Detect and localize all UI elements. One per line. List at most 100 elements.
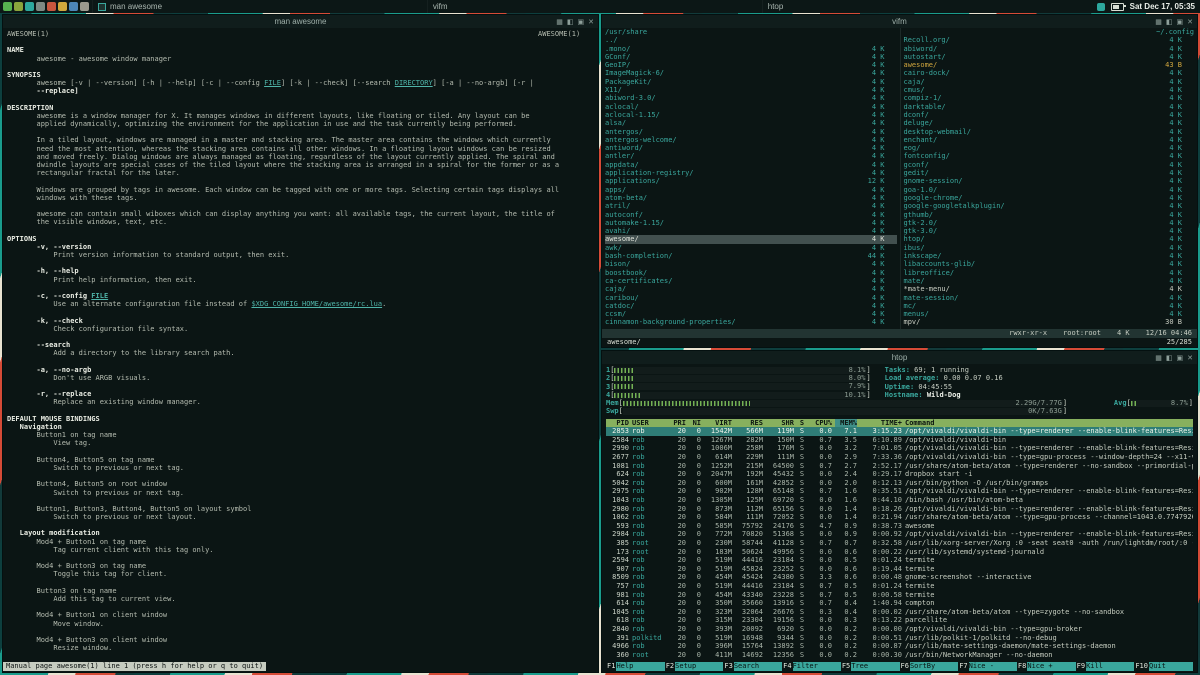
file-row[interactable]: avahi/4 K [605,227,897,235]
file-row[interactable]: awk/4 K [605,244,897,252]
file-row[interactable]: cinnamon-background-properties/4 K [605,318,897,326]
launcher-icon-7[interactable] [69,2,78,11]
fkey-nice[interactable]: F8 Nice + [1017,662,1076,671]
file-row[interactable]: GeoIP/4 K [605,61,897,69]
file-row[interactable]: *mate-menu/4 K [904,285,1195,293]
file-row[interactable]: atril/4 K [605,202,897,210]
process-row[interactable]: 1081 rob 20 0 1252M 215M 64500 S 0.7 2.7 2:52.17/u… [606,462,1193,471]
file-row[interactable]: bison/4 K [605,260,897,268]
file-row[interactable]: awesome/43 B [904,61,1195,69]
process-row[interactable]: 1062 rob 20 0 584M 111M 72052 S 0.0 1.4 0:21.94/us… [606,513,1193,522]
file-row[interactable]: appdata/4 K [605,161,897,169]
column-header-user[interactable]: USER [632,419,668,428]
process-row[interactable]: 2975 rob 20 0 902M 128M 65148 S 0.7 1.6 0:35.51/op… [606,487,1193,496]
fkey-search[interactable]: F3 Search [723,662,783,671]
fkey-help[interactable]: F1 Help [606,662,665,671]
launcher-icon-8[interactable] [80,2,89,11]
process-row[interactable]: 4966 rob 20 0 396M 15764 13892 S 0.0 0.2 0:00.87/u… [606,642,1193,651]
process-row[interactable]: 2594 rob 20 0 519M 44416 23184 S 0.0 0.5 0:01.24 te… [606,556,1193,565]
float-layout-icon[interactable]: ▣ [578,18,585,26]
file-row[interactable]: goa-1.0/4 K [904,186,1195,194]
fkey-setup[interactable]: F2 Setup [665,662,724,671]
file-row[interactable]: mate-session/4 K [904,294,1195,302]
vifm-command-line[interactable]: awesome/ 25/285 [602,338,1197,347]
tile-layout-icon[interactable]: ▦ [1155,18,1162,26]
file-row[interactable]: google-googletalkplugin/4 K [904,202,1195,210]
process-row[interactable]: 907 rob 20 0 519M 45824 23252 S 0.0 0.6 0:19.44 ter… [606,565,1193,574]
column-header-mem[interactable]: MEM% [835,418,857,428]
process-row[interactable]: 2584 rob 20 0 1267M 282M 150M S 0.7 3.5 6:10.89/op… [606,436,1193,445]
process-row[interactable]: 391 polkitd 20 0 519M 16948 9344 S 0.0 0.2 0:00.51… [606,634,1193,643]
column-header-cpu[interactable]: CPU% [810,419,832,428]
file-row[interactable]: gtk-2.0/4 K [904,219,1195,227]
file-row[interactable]: aclocal-1.15/4 K [605,111,897,119]
htop-titlebar[interactable]: htop ▦ ◧ ▣ ✕ [602,351,1197,364]
launcher-icon-5[interactable] [47,2,56,11]
column-header-pri[interactable]: PRI [671,419,686,428]
process-row[interactable]: 2984 rob 20 0 772M 70820 51368 S 0.0 0.9 0:00.92/o… [606,530,1193,539]
process-row[interactable]: 8509 rob 20 0 454M 45424 24380 S 3.3 0.6 0:00.48 gn… [606,573,1193,582]
file-row[interactable]: eog/4 K [904,144,1195,152]
process-row[interactable]: 173 root 20 0 183M 50624 49956 S 0.0 0.6 0:00.22/u… [606,548,1193,557]
file-row[interactable]: ccsm/4 K [605,310,897,318]
file-row[interactable]: ibus/4 K [904,244,1195,252]
file-row[interactable]: bash-completion/44 K [605,252,897,260]
column-header-virt[interactable]: VIRT [704,419,732,428]
file-row[interactable]: PackageKit/4 K [605,78,897,86]
file-row[interactable]: autoconf/4 K [605,211,897,219]
file-row[interactable]: boostbook/4 K [605,269,897,277]
column-header-res[interactable]: RES [735,419,763,428]
split-layout-icon[interactable]: ◧ [1166,354,1173,362]
process-row[interactable]: 593 rob 20 0 585M 75792 24176 S 4.7 0.9 0:38.73 awe… [606,522,1193,531]
file-row[interactable]: .mono/4 K [605,45,897,53]
dropbox-tray-icon[interactable] [1096,2,1105,11]
process-row[interactable]: 614 rob 20 0 350M 35660 13916 S 0.7 0.4 1:40.94 com… [606,599,1193,608]
column-header-pid[interactable]: PID [606,419,629,428]
file-row[interactable]: gtk-3.0/4 K [904,227,1195,235]
file-row[interactable]: mc/4 K [904,302,1195,310]
tasklist-item-htop[interactable]: htop [761,0,1097,13]
process-row[interactable]: 624 rob 20 0 2047M 192M 45432 S 0.0 2.4 0:29.17 dro… [606,470,1193,479]
file-row[interactable]: gnome-session/4 K [904,177,1195,185]
process-row[interactable]: 1045 rob 20 0 323M 32064 26676 S 0.3 0.4 0:00.02/u… [606,608,1193,617]
launcher-icon-4[interactable] [36,2,45,11]
file-row[interactable]: caribou/4 K [605,294,897,302]
launcher-icon-3[interactable] [25,2,34,11]
process-row[interactable]: 757 rob 20 0 519M 44416 23184 S 0.7 0.5 0:01.24 ter… [606,582,1193,591]
process-row[interactable]: 981 rob 20 0 454M 43340 23228 S 0.7 0.5 0:00.58 ter… [606,591,1193,600]
column-header-command[interactable]: Command [905,419,1193,428]
tasklist-item-vifm[interactable]: vifm [426,0,762,13]
file-row[interactable]: antler/4 K [605,152,897,160]
file-row[interactable]: ../ [605,36,897,44]
close-icon[interactable]: ✕ [588,18,594,26]
close-icon[interactable]: ✕ [1187,18,1193,26]
file-row[interactable]: mpv/30 B [904,318,1195,326]
process-row[interactable]: 1043 rob 20 0 1305M 125M 69720 S 0.0 1.6 0:44.10/b… [606,496,1193,505]
file-row[interactable]: ImageMagick-6/4 K [605,69,897,77]
file-row[interactable]: htop/4 K [904,235,1195,243]
file-row[interactable]: gedit/4 K [904,169,1195,177]
file-row[interactable]: inkscape/4 K [904,252,1195,260]
file-row[interactable]: alsa/4 K [605,119,897,127]
launcher-icon-2[interactable] [14,2,23,11]
close-icon[interactable]: ✕ [1187,354,1193,362]
launcher-icon-6[interactable] [58,2,67,11]
tile-layout-icon[interactable]: ▦ [556,18,563,26]
file-row[interactable]: apps/4 K [605,186,897,194]
float-layout-icon[interactable]: ▣ [1177,18,1184,26]
file-row[interactable]: caja/4 K [904,78,1195,86]
fkey-kill[interactable]: F9 Kill [1076,662,1135,671]
file-row[interactable]: enchant/4 K [904,136,1195,144]
split-layout-icon[interactable]: ◧ [1166,18,1173,26]
file-row[interactable]: caja/4 K [605,285,897,293]
process-row[interactable]: 360 root 20 0 411M 14692 12356 S 0.0 0.2 0:00.30/u… [606,651,1193,660]
fkey-nice[interactable]: F7 Nice - [958,662,1017,671]
float-layout-icon[interactable]: ▣ [1177,354,1184,362]
file-row[interactable]: libaccounts-glib/4 K [904,260,1195,268]
tile-layout-icon[interactable]: ▦ [1155,354,1162,362]
file-row[interactable]: aclocal/4 K [605,103,897,111]
file-row[interactable]: darktable/4 K [904,103,1195,111]
file-row[interactable]: gconf/4 K [904,161,1195,169]
file-row[interactable]: applications/12 K [605,177,897,185]
file-row[interactable]: menus/4 K [904,310,1195,318]
